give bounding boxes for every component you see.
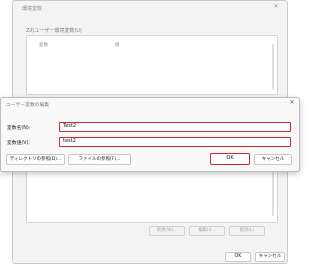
scrollbar[interactable] [272,44,274,90]
cancel-button[interactable]: キャンセル [254,154,292,165]
close-icon[interactable]: ✕ [271,3,281,11]
column-header-variable[interactable]: 変数 [39,42,48,48]
ok-button[interactable]: OK [225,252,251,262]
scrollbar[interactable] [272,170,274,216]
close-icon[interactable]: ✕ [287,99,297,107]
new-button[interactable]: 新規(W)... [149,226,185,236]
browse-directory-button[interactable]: ディレクトリの参照(D)... [6,154,65,165]
window-title: 環境変数 [22,6,43,12]
edit-button[interactable]: 編集(I)... [189,226,225,236]
cancel-button[interactable]: キャンセル [255,252,285,262]
variable-value-label: 変数値(V): [7,141,31,146]
variable-name-label: 変数名(N): [7,126,31,131]
browse-file-button[interactable]: ファイルの参照(F)... [68,154,131,165]
variable-value-input[interactable]: test2 [59,137,291,147]
ok-button[interactable]: OK [210,153,250,165]
user-variables-list[interactable]: 変数 値 [26,35,278,95]
variable-name-input[interactable]: Test2 [59,122,291,132]
user-variables-label: Zのユーザー環境変数(U) [26,28,82,34]
edit-user-variable-dialog: ユーザー変数の編集 ✕ 変数名(N): Test2 変数値(V): test2 … [0,97,300,172]
delete-button[interactable]: 削除(L) [229,226,265,236]
column-header-value[interactable]: 値 [115,42,120,48]
dialog-title: ユーザー変数の編集 [6,103,50,108]
